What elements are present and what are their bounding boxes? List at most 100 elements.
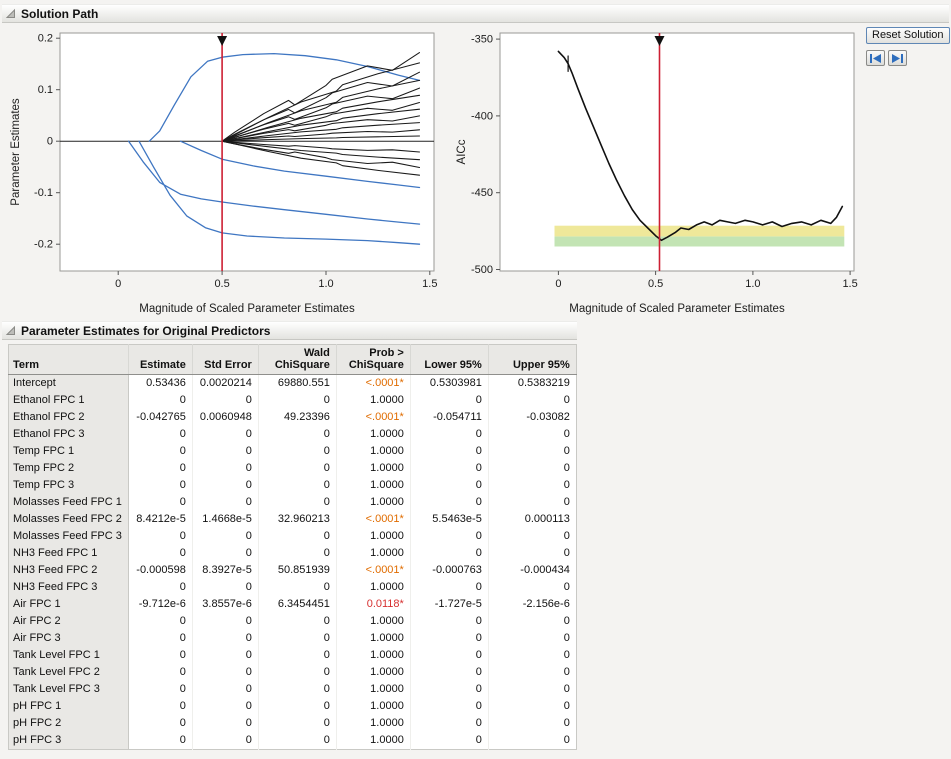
value-cell: 0: [258, 477, 336, 494]
table-row[interactable]: NH3 Feed FPC 30001.000000: [9, 579, 577, 596]
table-row[interactable]: Temp FPC 10001.000000: [9, 443, 577, 460]
parameter-estimates-chart[interactable]: 00.51.01.5-0.2-0.100.10.2Magnitude of Sc…: [6, 25, 440, 317]
term-cell: NH3 Feed FPC 1: [9, 545, 129, 562]
value-cell: 1.0000: [336, 698, 410, 715]
term-cell: pH FPC 2: [9, 715, 129, 732]
term-cell: Molasses Feed FPC 3: [9, 528, 129, 545]
term-cell: Air FPC 1: [9, 596, 129, 613]
value-cell: 3.8557e-6: [192, 596, 258, 613]
value-cell: -0.000434: [488, 562, 576, 579]
value-cell: 0: [258, 698, 336, 715]
value-cell: 0: [192, 545, 258, 562]
value-cell: 1.4668e-5: [192, 511, 258, 528]
reset-solution-button[interactable]: Reset Solution: [866, 27, 950, 44]
svg-text:-350: -350: [471, 34, 493, 46]
value-cell: 0: [128, 681, 192, 698]
step-forward-button[interactable]: [888, 50, 907, 66]
table-row[interactable]: Intercept0.534360.002021469880.551<.0001…: [9, 375, 577, 393]
table-row[interactable]: Ethanol FPC 10001.000000: [9, 392, 577, 409]
column-header-lower_95[interactable]: Lower 95%: [410, 345, 488, 375]
value-cell: 0: [128, 528, 192, 545]
value-cell: 0: [488, 443, 576, 460]
column-header-upper_95[interactable]: Upper 95%: [488, 345, 576, 375]
value-cell: 0: [410, 528, 488, 545]
table-row[interactable]: NH3 Feed FPC 10001.000000: [9, 545, 577, 562]
table-row[interactable]: Air FPC 1-9.712e-63.8557e-66.34544510.01…: [9, 596, 577, 613]
value-cell: -0.042765: [128, 409, 192, 426]
value-cell: 0: [128, 664, 192, 681]
table-row[interactable]: Tank Level FPC 20001.000000: [9, 664, 577, 681]
table-row[interactable]: NH3 Feed FPC 2-0.0005988.3927e-550.85193…: [9, 562, 577, 579]
term-cell: Ethanol FPC 3: [9, 426, 129, 443]
value-cell: 0: [258, 647, 336, 664]
table-row[interactable]: Ethanol FPC 2-0.0427650.006094849.23396<…: [9, 409, 577, 426]
table-row[interactable]: Molasses Feed FPC 30001.000000: [9, 528, 577, 545]
value-cell: -9.712e-6: [128, 596, 192, 613]
value-cell: 1.0000: [336, 443, 410, 460]
term-cell: pH FPC 3: [9, 732, 129, 750]
table-row[interactable]: Tank Level FPC 30001.000000: [9, 681, 577, 698]
value-cell: 0: [128, 630, 192, 647]
value-cell: 0: [128, 698, 192, 715]
term-cell: Ethanol FPC 2: [9, 409, 129, 426]
value-cell: 0: [258, 392, 336, 409]
step-back-button[interactable]: [866, 50, 885, 66]
value-cell: 0: [192, 613, 258, 630]
svg-text:Magnitude of Scaled Parameter: Magnitude of Scaled Parameter Estimates: [569, 303, 785, 315]
term-cell: Molasses Feed FPC 2: [9, 511, 129, 528]
value-cell: 69880.551: [258, 375, 336, 393]
value-cell: 0: [192, 732, 258, 750]
term-cell: Ethanol FPC 1: [9, 392, 129, 409]
term-cell: Molasses Feed FPC 1: [9, 494, 129, 511]
table-row[interactable]: Molasses Feed FPC 10001.000000: [9, 494, 577, 511]
svg-text:1.5: 1.5: [422, 278, 437, 290]
table-row[interactable]: Molasses Feed FPC 28.4212e-51.4668e-532.…: [9, 511, 577, 528]
table-row[interactable]: pH FPC 30001.000000: [9, 732, 577, 750]
value-cell: 0: [128, 443, 192, 460]
table-row[interactable]: Air FPC 30001.000000: [9, 630, 577, 647]
value-cell: -1.727e-5: [410, 596, 488, 613]
disclosure-triangle-icon[interactable]: [5, 8, 16, 19]
value-cell: 8.4212e-5: [128, 511, 192, 528]
value-cell: 0: [192, 664, 258, 681]
value-cell: 0: [410, 715, 488, 732]
table-row[interactable]: Temp FPC 20001.000000: [9, 460, 577, 477]
svg-text:0: 0: [555, 278, 561, 290]
value-cell: 0: [128, 477, 192, 494]
aicc-chart[interactable]: 00.51.01.5-350-400-450-500Magnitude of S…: [452, 25, 862, 317]
value-cell: -0.03082: [488, 409, 576, 426]
table-row[interactable]: Temp FPC 30001.000000: [9, 477, 577, 494]
value-cell: 0.0060948: [192, 409, 258, 426]
column-header-wald_chisquare[interactable]: Wald ChiSquare: [258, 345, 336, 375]
table-row[interactable]: pH FPC 10001.000000: [9, 698, 577, 715]
svg-text:-450: -450: [471, 187, 493, 199]
column-header-estimate[interactable]: Estimate: [128, 345, 192, 375]
value-cell: 0.5303981: [410, 375, 488, 393]
value-cell: 0: [488, 392, 576, 409]
value-cell: 0: [258, 732, 336, 750]
value-cell: 0.000113: [488, 511, 576, 528]
table-row[interactable]: pH FPC 20001.000000: [9, 715, 577, 732]
parameter-estimates-header[interactable]: Parameter Estimates for Original Predict…: [2, 321, 577, 340]
value-cell: 0: [258, 545, 336, 562]
svg-text:-400: -400: [471, 110, 493, 122]
solution-path-header[interactable]: Solution Path: [2, 4, 949, 23]
term-cell: NH3 Feed FPC 2: [9, 562, 129, 579]
disclosure-triangle-icon[interactable]: [5, 325, 16, 336]
column-header-std_error[interactable]: Std Error: [192, 345, 258, 375]
term-cell: Temp FPC 2: [9, 460, 129, 477]
table-header-row: TermEstimateStd ErrorWald ChiSquareProb …: [9, 345, 577, 375]
value-cell: 0: [410, 630, 488, 647]
table-row[interactable]: Tank Level FPC 10001.000000: [9, 647, 577, 664]
value-cell: -2.156e-6: [488, 596, 576, 613]
table-row[interactable]: Air FPC 20001.000000: [9, 613, 577, 630]
value-cell: 0.0020214: [192, 375, 258, 393]
value-cell: 50.851939: [258, 562, 336, 579]
svg-text:AICc: AICc: [456, 139, 468, 164]
column-header-term[interactable]: Term: [9, 345, 129, 375]
value-cell: 0: [258, 664, 336, 681]
table-row[interactable]: Ethanol FPC 30001.000000: [9, 426, 577, 443]
column-header-prob_chisquare[interactable]: Prob > ChiSquare: [336, 345, 410, 375]
value-cell: 0.53436: [128, 375, 192, 393]
value-cell: 0: [488, 681, 576, 698]
